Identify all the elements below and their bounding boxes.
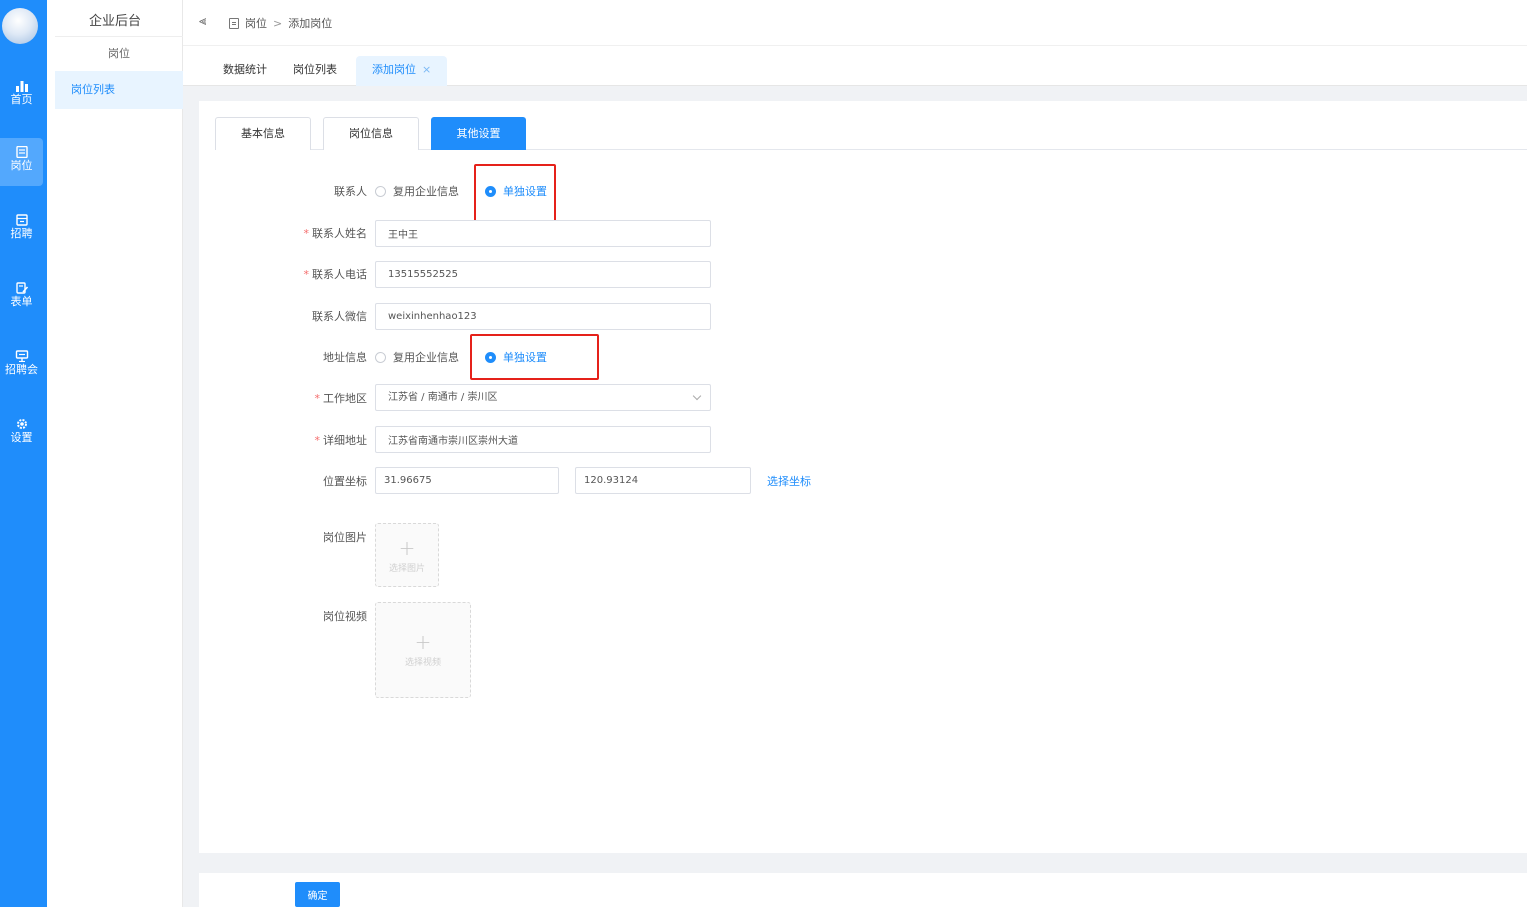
longitude-input[interactable] xyxy=(575,467,751,494)
avatar[interactable] xyxy=(2,8,38,44)
page-tabs-bar: 数据统计 岗位列表 添加岗位 × xyxy=(183,46,1527,86)
work-region-label: * 工作地区 xyxy=(267,390,368,406)
icon-rail: 首页 岗位 招聘 表单 招聘会 设置 xyxy=(0,0,47,907)
detail-address-label: * 详细地址 xyxy=(267,432,368,448)
job-image-upload[interactable]: + 选择图片 xyxy=(375,523,439,587)
radio-dot xyxy=(375,351,386,363)
upload-text: 选择视频 xyxy=(404,658,441,668)
document-icon xyxy=(229,17,239,29)
address-reuse-radio[interactable]: 复用企业信息 xyxy=(375,349,459,365)
contact-reuse-radio[interactable]: 复用企业信息 xyxy=(375,183,459,199)
breadcrumb-separator: > xyxy=(273,16,283,30)
work-region-select[interactable]: 江苏省 / 南通市 / 崇川区 xyxy=(375,384,711,411)
document-icon xyxy=(15,146,28,158)
rail-item-jobs[interactable]: 岗位 xyxy=(0,138,43,186)
breadcrumb: 岗位 > 添加岗位 xyxy=(229,15,332,31)
rail-item-home[interactable]: 首页 xyxy=(0,72,43,120)
plus-icon: + xyxy=(398,536,416,560)
sidebar-section-title: 岗位 xyxy=(55,36,183,61)
chevron-down-icon xyxy=(692,391,702,401)
latitude-input[interactable] xyxy=(375,467,559,494)
rail-label: 招聘 xyxy=(10,227,33,240)
tab-basic-info[interactable]: 基本信息 xyxy=(215,117,311,150)
rail-label: 设置 xyxy=(10,431,33,444)
breadcrumb-item-jobs[interactable]: 岗位 xyxy=(245,15,267,31)
radio-label: 复用企业信息 xyxy=(393,185,459,198)
pick-coordinates-link[interactable]: 选择坐标 xyxy=(767,473,811,489)
select-value: 江苏省 / 南通市 / 崇川区 xyxy=(388,392,498,403)
tab-job-info[interactable]: 岗位信息 xyxy=(323,117,419,150)
rail-item-forms[interactable]: 表单 xyxy=(0,274,43,322)
tab-job-list[interactable]: 岗位列表 xyxy=(277,56,353,86)
form-footer: 确定 xyxy=(199,873,1527,907)
contact-wechat-input[interactable] xyxy=(375,303,711,330)
rail-label: 招聘会 xyxy=(5,363,38,376)
contact-phone-label: * 联系人电话 xyxy=(267,266,368,282)
rail-label: 表单 xyxy=(10,295,33,308)
tab-other-settings[interactable]: 其他设置 xyxy=(431,117,526,150)
required-mark: * xyxy=(303,227,310,240)
breadcrumb-item-add-job: 添加岗位 xyxy=(288,17,333,30)
contact-label: 联系人 xyxy=(334,185,367,198)
tab-add-job[interactable]: 添加岗位 × xyxy=(356,56,448,86)
contact-wechat-label: 联系人微信 xyxy=(312,310,367,323)
confirm-button[interactable]: 确定 xyxy=(295,882,340,907)
form-tabs: 基本信息 岗位信息 其他设置 xyxy=(215,117,1527,150)
label-text: 联系人姓名 xyxy=(312,227,367,240)
secondary-sidebar: 企业后台 岗位 岗位列表 xyxy=(47,0,183,907)
close-icon[interactable]: × xyxy=(422,63,431,76)
rail-label: 岗位 xyxy=(10,159,33,172)
plus-icon: + xyxy=(414,630,432,654)
radio-dot xyxy=(375,185,386,197)
sidebar-item-job-list[interactable]: 岗位列表 xyxy=(55,71,183,109)
sidebar-title: 企业后台 xyxy=(88,14,141,29)
gear-icon xyxy=(16,419,27,429)
rail-item-recruit[interactable]: 招聘 xyxy=(0,206,43,254)
required-mark: * xyxy=(314,392,321,405)
bar-chart-icon xyxy=(15,81,28,92)
highlight-box xyxy=(474,164,556,223)
required-mark: * xyxy=(314,434,321,447)
upload-text: 选择图片 xyxy=(388,564,425,574)
label-text: 工作地区 xyxy=(323,392,367,405)
radio-label: 复用企业信息 xyxy=(393,351,459,364)
job-video-upload[interactable]: + 选择视频 xyxy=(375,602,471,698)
tab-label: 添加岗位 xyxy=(372,63,416,76)
rail-item-job-fair[interactable]: 招聘会 xyxy=(0,342,43,390)
contact-phone-input[interactable] xyxy=(375,261,711,288)
rail-label: 首页 xyxy=(10,93,33,106)
rail-item-settings[interactable]: 设置 xyxy=(0,410,43,458)
job-image-label: 岗位图片 xyxy=(323,531,367,544)
required-mark: * xyxy=(303,268,310,281)
top-header: ⫷ 岗位 > 添加岗位 xyxy=(183,0,1527,46)
coordinates-label: 位置坐标 xyxy=(323,475,367,488)
presentation-icon xyxy=(15,350,28,362)
menu-fold-icon[interactable]: ⫷ xyxy=(199,14,206,29)
calendar-icon xyxy=(15,214,28,226)
contact-name-input[interactable] xyxy=(375,220,711,247)
highlight-box xyxy=(470,334,599,380)
edit-form-icon xyxy=(15,282,28,294)
job-video-label: 岗位视频 xyxy=(323,610,367,623)
detail-address-input[interactable] xyxy=(375,426,711,453)
label-text: 联系人电话 xyxy=(312,268,367,281)
contact-name-label: * 联系人姓名 xyxy=(267,225,368,241)
tab-data-stats[interactable]: 数据统计 xyxy=(207,56,283,86)
form-card: 基本信息 岗位信息 其他设置 联系人 复用企业信息 单独设置 *联系人姓名 *联… xyxy=(199,101,1527,853)
label-text: 详细地址 xyxy=(323,434,367,447)
address-label: 地址信息 xyxy=(323,351,367,364)
